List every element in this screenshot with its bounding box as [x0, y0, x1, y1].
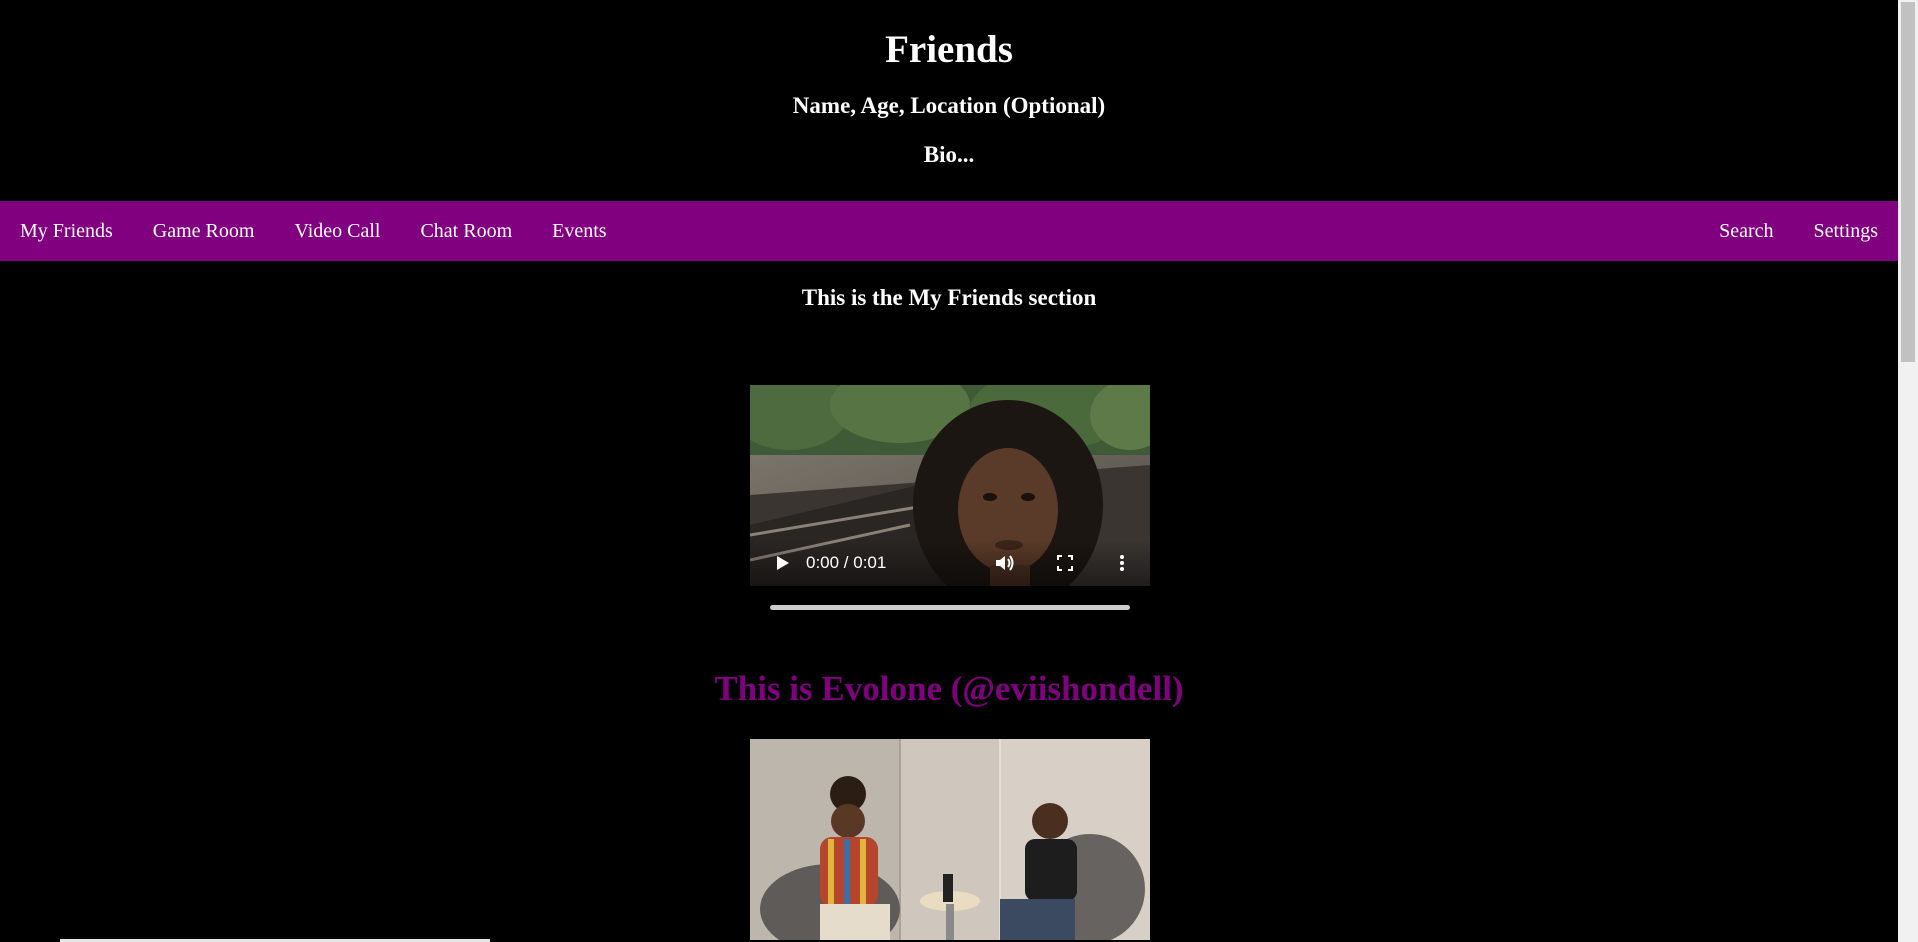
video-time: 0:00 / 0:01 [806, 553, 887, 572]
more-icon[interactable] [1112, 550, 1132, 576]
nav-my-friends[interactable]: My Friends [0, 201, 133, 261]
vertical-scrollbar[interactable] [1898, 0, 1918, 942]
nav-left: My Friends Game Room Video Call Chat Roo… [0, 201, 627, 261]
main-nav: My Friends Game Room Video Call Chat Roo… [0, 201, 1898, 261]
nav-settings[interactable]: Settings [1794, 201, 1898, 261]
fullscreen-icon[interactable] [1052, 550, 1078, 576]
video-player-2[interactable] [750, 739, 1150, 940]
nav-video-call[interactable]: Video Call [274, 201, 400, 261]
section-title: This is the My Friends section [801, 285, 1097, 310]
nav-events[interactable]: Events [532, 201, 626, 261]
play-icon[interactable] [770, 550, 796, 576]
video-thumbnail-interview [750, 739, 1150, 940]
video-player-1[interactable]: 0:00 / 0:01 [750, 385, 1150, 586]
page-title: Friends [885, 28, 1013, 71]
profile-meta: Name, Age, Location (Optional) [792, 93, 1106, 118]
video-controls: 0:00 / 0:01 [750, 540, 1150, 586]
nav-chat-room[interactable]: Chat Room [400, 201, 532, 261]
friend-title: This is Evolone (@eviishondell) [714, 669, 1184, 708]
profile-header: Friends Name, Age, Location (Optional) B… [0, 0, 1898, 179]
nav-right: Search Settings [1699, 201, 1898, 261]
scrollbar-thumb[interactable] [1901, 2, 1915, 362]
nav-game-room[interactable]: Game Room [133, 201, 275, 261]
page: Friends Name, Age, Location (Optional) B… [0, 0, 1898, 942]
profile-bio: Bio... [923, 142, 975, 167]
volume-icon[interactable] [992, 550, 1018, 576]
video-progress-bar[interactable] [770, 605, 1130, 610]
nav-search[interactable]: Search [1699, 201, 1793, 261]
